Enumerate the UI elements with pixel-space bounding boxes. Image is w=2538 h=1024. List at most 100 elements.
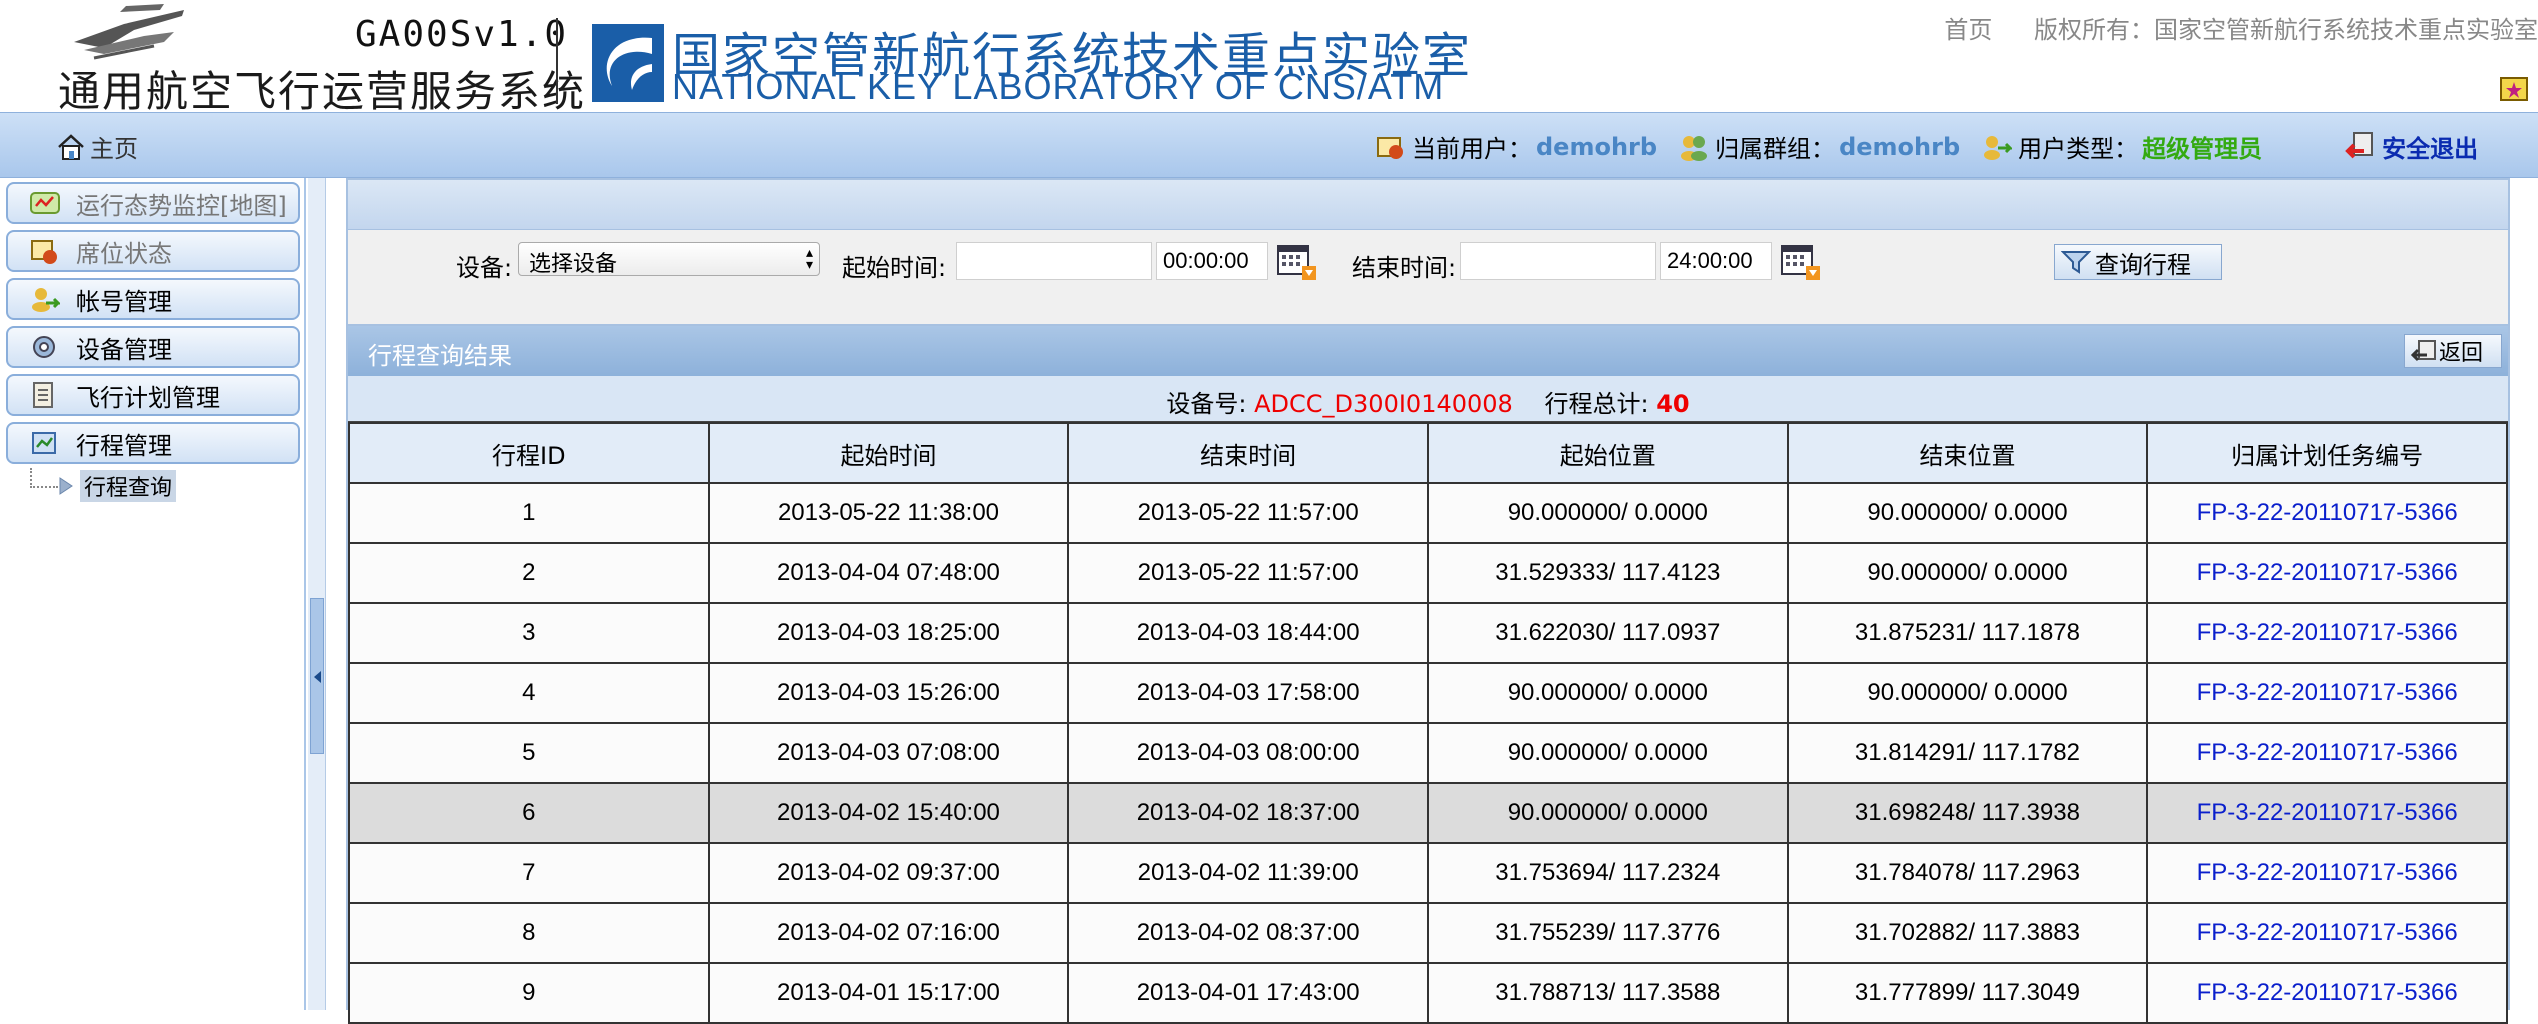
account-icon	[32, 288, 60, 312]
logout-icon	[2345, 131, 2374, 158]
header: GA00Sv1.0 通用航空飞行运营服务系统 国家空管新航行系统技术重点实验室 …	[0, 0, 2538, 116]
tree-item-trip-query[interactable]: 行程查询	[30, 468, 177, 502]
favorite-star-icon[interactable]	[2500, 74, 2528, 102]
column-header[interactable]: 结束位置	[1786, 422, 2149, 484]
lab-name-en: NATIONAL KEY LABORATORY OF CNS/ATM	[672, 66, 1445, 107]
table-row[interactable]: 4 2013-04-03 15:26:00 2013-04-03 17:58:00 9…	[348, 662, 2508, 724]
plan-number-link[interactable]: FP-3-22-20110717-5366	[2146, 842, 2508, 904]
plan-number-link[interactable]: FP-3-22-20110717-5366	[2146, 902, 2508, 964]
search-panel: 设备: 选择设备 ▴ ▾ 起始时间: 00:00:00 结束时间: 24:00:0…	[346, 178, 2510, 342]
table-cell: 31.875231/ 117.1878	[1786, 602, 2149, 664]
table-cell: 7	[348, 842, 710, 904]
back-button-label: 返回	[2439, 341, 2484, 366]
device-label: 设备:	[456, 254, 513, 282]
table-row[interactable]: 5 2013-04-03 07:08:00 2013-04-03 08:00:00 9…	[348, 722, 2508, 784]
logout-button[interactable]: 安全退出	[2344, 129, 2478, 164]
results-header: 行程查询结果 返回	[348, 326, 2508, 376]
plan-number-link[interactable]: FP-3-22-20110717-5366	[2146, 782, 2508, 844]
user-type-label: 用户类型：	[2018, 135, 2139, 163]
app-name: 通用航空飞行运营服务系统	[58, 67, 587, 116]
lab-logo-icon	[592, 24, 664, 102]
group-label: 归属群组：	[1715, 135, 1836, 163]
table-cell: 31.698248/ 117.3938	[1786, 782, 2149, 844]
total-label: 行程总计:	[1544, 390, 1649, 418]
column-header[interactable]: 归属计划任务编号	[2146, 422, 2508, 484]
logout-label: 安全退出	[2382, 135, 2479, 163]
plan-number-link[interactable]: FP-3-22-20110717-5366	[2146, 482, 2508, 544]
table-cell: 2013-04-03 15:26:00	[707, 662, 1070, 724]
start-date-input[interactable]	[956, 242, 1152, 280]
select-arrows-icon: ▴ ▾	[805, 245, 813, 273]
table-cell: 8	[348, 902, 710, 964]
end-date-input[interactable]	[1460, 242, 1656, 280]
table-cell: 2013-05-22 11:57:00	[1067, 482, 1429, 544]
sidebar-item-label: 行程管理	[76, 431, 172, 460]
plan-number-link[interactable]: FP-3-22-20110717-5366	[2146, 602, 2508, 664]
sidebar-item-label: 运行态势监控[地图]	[76, 191, 287, 220]
table-row[interactable]: 8 2013-04-02 07:16:00 2013-04-02 08:37:00 3…	[348, 902, 2508, 964]
sidebar-item-trip[interactable]: 行程管理	[6, 422, 300, 464]
user-info: 当前用户： demohrb 归属群组： demohrb 用户类型： 超级管理员	[1376, 129, 2478, 164]
column-header[interactable]: 起始时间	[707, 422, 1070, 484]
search-panel-header	[348, 180, 2508, 230]
sidebar-item-label: 飞行计划管理	[76, 383, 220, 412]
sidebar-item-device[interactable]: 设备管理	[6, 326, 300, 368]
table-cell: 31.784078/ 117.2963	[1786, 842, 2149, 904]
sidebar-item-flight-plan[interactable]: 飞行计划管理	[6, 374, 300, 416]
table-cell: 2013-05-22 11:38:00	[707, 482, 1070, 544]
back-icon	[2411, 340, 2436, 362]
helicopter-logo-icon	[74, 4, 184, 60]
plan-number-link[interactable]: FP-3-22-20110717-5366	[2146, 662, 2508, 724]
table-row[interactable]: 6 2013-04-02 15:40:00 2013-04-02 18:37:00 9…	[348, 782, 2508, 844]
tree-connector	[30, 468, 58, 488]
monitor-icon	[30, 192, 60, 214]
table-cell: 2013-04-02 11:39:00	[1067, 842, 1429, 904]
plan-number-link[interactable]: FP-3-22-20110717-5366	[2146, 962, 2508, 1024]
back-button[interactable]: 返回	[2404, 334, 2502, 368]
device-select-value: 选择设备	[529, 252, 618, 277]
column-header[interactable]: 起始位置	[1426, 422, 1789, 484]
table-cell: 2013-04-04 07:48:00	[707, 542, 1070, 604]
home-link[interactable]: 首页	[1944, 16, 1992, 44]
sidebar-item-label: 帐号管理	[76, 287, 172, 316]
table-cell: 2013-04-02 09:37:00	[707, 842, 1070, 904]
table-row[interactable]: 7 2013-04-02 09:37:00 2013-04-02 11:39:00 3…	[348, 842, 2508, 904]
calendar-icon[interactable]	[1276, 244, 1316, 280]
user-type-icon	[1984, 135, 2013, 160]
sidebar-item-account[interactable]: 帐号管理	[6, 278, 300, 320]
app-version: GA00Sv1.0	[355, 14, 569, 55]
calendar-icon[interactable]	[1780, 244, 1820, 280]
nav-bar: 主页 当前用户： demohrb 归属群组： demohrb 用户类型： 超级管…	[0, 112, 2538, 178]
user-group: 归属群组： demohrb	[1679, 129, 1960, 164]
column-header[interactable]: 结束时间	[1067, 422, 1429, 484]
table-cell: 31.788713/ 117.3588	[1426, 962, 1789, 1024]
table-row[interactable]: 9 2013-04-01 15:17:00 2013-04-01 17:43:00 3…	[348, 962, 2508, 1024]
current-user-value: demohrb	[1536, 132, 1658, 161]
table-cell: 31.529333/ 117.4123	[1426, 542, 1789, 604]
table-row[interactable]: 3 2013-04-03 18:25:00 2013-04-03 18:44:00 3…	[348, 602, 2508, 664]
table-row[interactable]: 2 2013-04-04 07:48:00 2013-05-22 11:57:00 3…	[348, 542, 2508, 604]
end-time-input[interactable]: 24:00:00	[1660, 242, 1772, 280]
table-cell: 4	[348, 662, 710, 724]
table-cell: 5	[348, 722, 710, 784]
table-row[interactable]: 1 2013-05-22 11:38:00 2013-05-22 11:57:00 9…	[348, 482, 2508, 544]
home-tab[interactable]: 主页	[56, 129, 138, 164]
device-select[interactable]: 选择设备 ▴ ▾	[518, 242, 820, 277]
table-cell: 2013-04-03 07:08:00	[707, 722, 1070, 784]
table-cell: 31.622030/ 117.0937	[1426, 602, 1789, 664]
collapse-handle[interactable]	[310, 598, 324, 754]
device-icon	[33, 336, 55, 358]
query-trip-button[interactable]: 查询行程	[2054, 244, 2222, 280]
table-cell: 9	[348, 962, 710, 1024]
sidebar-item-seat-status[interactable]: 席位状态	[6, 230, 300, 272]
plan-number-link[interactable]: FP-3-22-20110717-5366	[2146, 542, 2508, 604]
seat-icon	[31, 240, 57, 264]
tree-item-label: 行程查询	[80, 470, 177, 502]
sidebar-item-monitor[interactable]: 运行态势监控[地图]	[6, 182, 300, 224]
collapse-arrow-icon	[314, 671, 321, 683]
column-header[interactable]: 行程ID	[348, 422, 710, 484]
sidebar-splitter[interactable]	[308, 178, 326, 1010]
plan-number-link[interactable]: FP-3-22-20110717-5366	[2146, 722, 2508, 784]
start-time-input[interactable]: 00:00:00	[1156, 242, 1268, 280]
total-value: 40	[1656, 390, 1690, 418]
